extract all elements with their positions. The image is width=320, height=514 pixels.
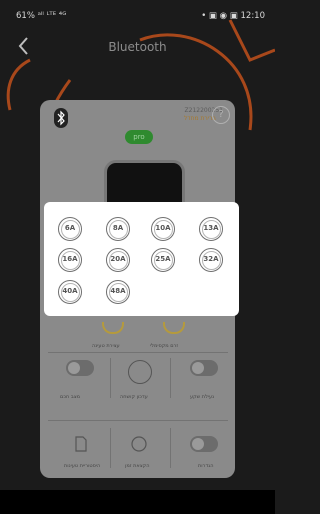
system-nav-bar — [0, 490, 275, 514]
toggle-left[interactable] — [66, 360, 94, 376]
smart-charge-icon[interactable] — [128, 360, 152, 384]
amp-option-10a[interactable]: 10A — [151, 217, 175, 241]
status-bar: 61% ᵃˡˡ ᴸᵀᴱ ⁴ᴳ • ▣ ◉ ▣ 12:10 — [0, 0, 275, 24]
amp-selector-dialog: 6A 8A 10A 13A 16A 20A 25A 32A 40A 48A — [44, 202, 239, 316]
amp-option-40a[interactable]: 40A — [58, 280, 82, 304]
amp-option-48a[interactable]: 48A — [106, 280, 130, 304]
status-left: 61% ᵃˡˡ ᴸᵀᴱ ⁴ᴳ — [16, 11, 67, 21]
label-toggle-right: נעילת שקע — [190, 394, 215, 400]
page-title: Bluetooth — [108, 40, 167, 54]
divider — [110, 358, 111, 398]
bluetooth-icon — [54, 108, 68, 128]
amp-option-8a[interactable]: 8A — [106, 217, 130, 241]
divider — [110, 428, 111, 468]
amp-option-6a[interactable]: 6A — [58, 217, 82, 241]
amp-option-16a[interactable]: 16A — [58, 248, 82, 272]
label-toggle-left: מצב חכם — [60, 394, 81, 400]
amp-option-20a[interactable]: 20A — [106, 248, 130, 272]
label-bottom-right: הגדרות — [198, 463, 214, 469]
divider — [48, 352, 228, 353]
timer-icon[interactable] — [131, 436, 147, 452]
help-icon[interactable]: ? — [212, 106, 230, 124]
amp-option-25a[interactable]: 25A — [151, 248, 175, 272]
label-mid-left: עצירת טעינה — [92, 343, 120, 349]
label-mid-right: זרם מקסימלי — [150, 343, 179, 349]
amp-option-32a[interactable]: 32A — [199, 248, 223, 272]
document-icon[interactable] — [75, 436, 87, 452]
divider — [170, 358, 171, 398]
toggle-settings[interactable] — [190, 436, 218, 452]
amp-option-13a[interactable]: 13A — [199, 217, 223, 241]
label-bottom-center: הקצאת זמן — [125, 463, 150, 469]
toggle-right[interactable] — [190, 360, 218, 376]
charger-image — [104, 160, 185, 203]
divider — [48, 420, 228, 421]
app-header: Bluetooth — [0, 34, 275, 62]
status-pill: pro — [125, 130, 153, 144]
divider — [170, 428, 171, 468]
label-bottom-left: היסטוריית טעינות — [64, 463, 101, 469]
label-toggle-center: עדכון קושחה — [120, 394, 148, 400]
status-right: • ▣ ◉ ▣ 12:10 — [201, 11, 265, 21]
